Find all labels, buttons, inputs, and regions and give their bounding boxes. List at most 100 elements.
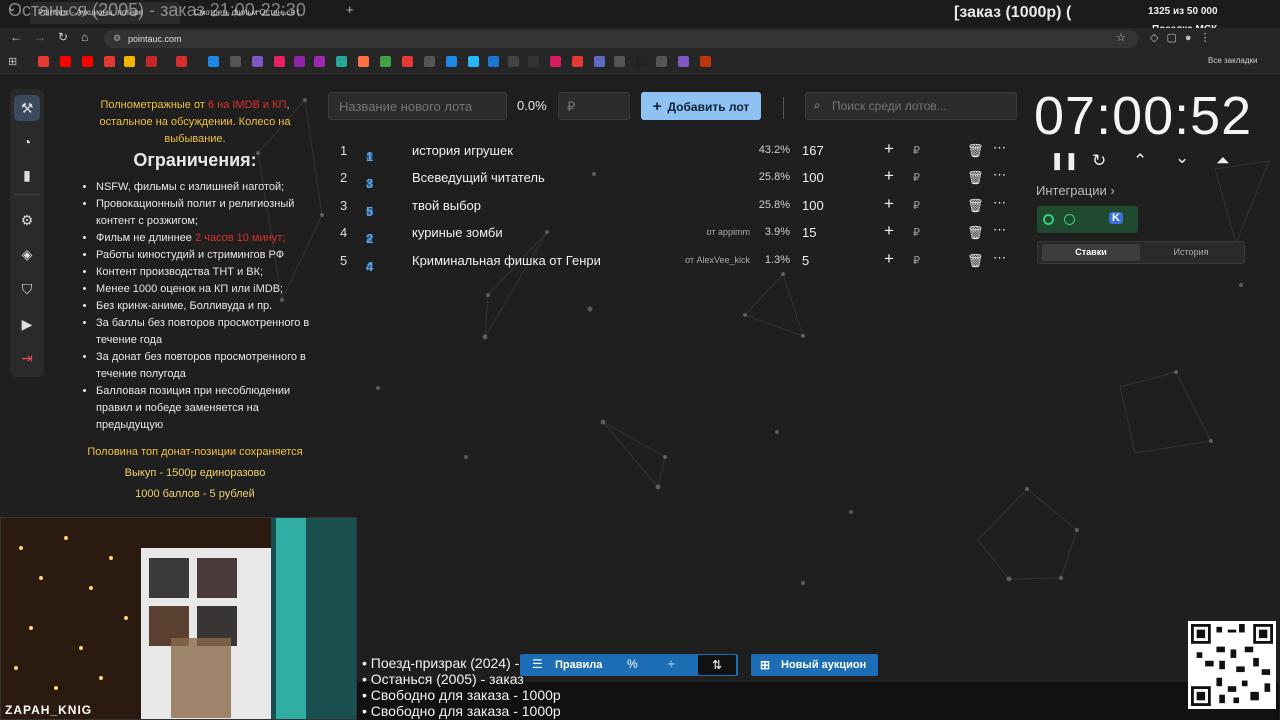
- bookmark-icon[interactable]: [508, 56, 519, 67]
- lot-row[interactable]: 3 #5 твой выбор 25.8% 100 + ₽ 🗑 ⋯: [328, 192, 1018, 219]
- bookmark-icon[interactable]: [104, 56, 115, 67]
- lot-amount[interactable]: 15: [802, 225, 816, 240]
- more-options-icon[interactable]: ⋯: [993, 140, 1006, 156]
- site-info-icon[interactable]: ⚙: [113, 33, 121, 44]
- bookmark-icon[interactable]: [146, 56, 157, 67]
- lot-name[interactable]: куриные зомби: [412, 225, 503, 240]
- twitch-bookmark-icon[interactable]: [252, 56, 263, 67]
- new-lot-amount-input[interactable]: [558, 92, 630, 120]
- youtube-bookmark-icon[interactable]: [60, 56, 71, 67]
- logout-icon[interactable]: ⇥: [14, 345, 40, 371]
- statistics-icon[interactable]: ▮: [14, 162, 40, 188]
- lot-row[interactable]: 1 #1 история игрушек 43.2% 167 + ₽ 🗑 ⋯: [328, 137, 1018, 164]
- integrations-status[interactable]: K: [1037, 206, 1138, 233]
- bookmark-icon[interactable]: [314, 56, 325, 67]
- gmail-bookmark-icon[interactable]: [176, 56, 187, 67]
- bookmark-icon[interactable]: [468, 56, 479, 67]
- lot-row[interactable]: 2 #3 Всеведущий читатель 25.8% 100 + ₽ 🗑…: [328, 164, 1018, 191]
- donation-status-icon[interactable]: [1064, 214, 1075, 225]
- delete-trash-icon[interactable]: 🗑: [967, 170, 984, 186]
- tab-bets[interactable]: Ставки: [1042, 244, 1140, 261]
- delete-trash-icon[interactable]: 🗑: [967, 253, 984, 269]
- kick-bookmark-icon[interactable]: [528, 56, 539, 67]
- bookmark-icon[interactable]: [656, 56, 667, 67]
- more-options-icon[interactable]: ⋯: [993, 195, 1006, 211]
- mail-bookmark-icon[interactable]: [124, 56, 135, 67]
- bookmark-icon[interactable]: [446, 56, 457, 67]
- bookmark-icon[interactable]: [550, 56, 561, 67]
- layers-icon[interactable]: ◈: [14, 241, 40, 267]
- add-lot-button[interactable]: + Добавить лот: [641, 92, 761, 120]
- forward-icon[interactable]: →: [34, 30, 46, 44]
- lot-amount[interactable]: 5: [802, 253, 809, 268]
- lot-name[interactable]: история игрушек: [412, 143, 513, 158]
- sort-toggle-icon[interactable]: ⇅: [697, 654, 737, 676]
- settings-gear-icon[interactable]: ⚙: [14, 207, 40, 233]
- ruble-input-icon[interactable]: ₽: [913, 199, 920, 212]
- delete-trash-icon[interactable]: 🗑: [967, 143, 984, 159]
- back-icon[interactable]: ←: [10, 30, 22, 44]
- bookmark-star-icon[interactable]: ☆: [1116, 31, 1126, 44]
- bookmark-icon[interactable]: [700, 56, 711, 67]
- more-options-icon[interactable]: ⋯: [993, 222, 1006, 238]
- extension-icons[interactable]: ◇▢●⋮: [1150, 31, 1219, 44]
- bookmark-icon[interactable]: [358, 56, 369, 67]
- home-icon[interactable]: ⌂: [81, 30, 88, 44]
- bookmark-icon[interactable]: [230, 56, 241, 67]
- vk-integration-icon[interactable]: K: [1109, 212, 1123, 224]
- new-auction-button[interactable]: ⊞ Новый аукцион: [751, 654, 878, 676]
- bookmark-icon[interactable]: [614, 56, 625, 67]
- twitch-status-icon[interactable]: [1043, 214, 1054, 225]
- video-library-icon[interactable]: ▶: [14, 311, 40, 337]
- reload-icon[interactable]: ↻: [58, 30, 68, 44]
- bookmark-icon[interactable]: [402, 56, 413, 67]
- address-bar[interactable]: ⚙ pointauc.com: [104, 30, 1138, 48]
- vk-bookmark-icon[interactable]: [488, 56, 499, 67]
- add-amount-plus-icon[interactable]: +: [884, 139, 894, 159]
- percent-icon[interactable]: %: [627, 657, 638, 671]
- tab-history[interactable]: История: [1142, 244, 1240, 261]
- lot-amount[interactable]: 100: [802, 198, 824, 213]
- rules-list-icon[interactable]: ☰: [532, 657, 543, 671]
- add-amount-plus-icon[interactable]: +: [884, 221, 894, 241]
- shield-icon[interactable]: ⛉: [14, 276, 40, 302]
- lot-name[interactable]: Всеведущий читатель: [412, 170, 545, 185]
- bookmark-icon[interactable]: [274, 56, 285, 67]
- youtube-bookmark-icon[interactable]: [82, 56, 93, 67]
- chevron-down-icon[interactable]: ⌄: [1175, 148, 1189, 168]
- ruble-input-icon[interactable]: ₽: [913, 144, 920, 157]
- bookmark-icon[interactable]: [38, 56, 49, 67]
- integrations-link[interactable]: Интеграции ›: [1036, 183, 1115, 198]
- all-bookmarks-link[interactable]: Все закладки: [1208, 56, 1257, 65]
- bookmark-icon[interactable]: [594, 56, 605, 67]
- delete-trash-icon[interactable]: 🗑: [967, 198, 984, 214]
- bookmark-icon[interactable]: [208, 56, 219, 67]
- rules-button[interactable]: Правила: [555, 659, 602, 671]
- lot-search-input[interactable]: [805, 92, 1017, 120]
- more-options-icon[interactable]: ⋯: [993, 250, 1006, 266]
- lot-amount[interactable]: 167: [802, 143, 824, 158]
- auction-hammer-icon[interactable]: ⚒: [14, 95, 40, 121]
- split-icon[interactable]: ÷: [668, 657, 675, 671]
- chevron-up-icon[interactable]: ⌃: [1133, 151, 1147, 171]
- bookmark-icon[interactable]: [678, 56, 689, 67]
- lot-row[interactable]: 4 #2 куриные зомби от appimm 3.9% 15 + ₽…: [328, 219, 1018, 246]
- lot-row[interactable]: 5 #4 Криминальная фишка от Генри от Alex…: [328, 247, 1018, 274]
- more-options-icon[interactable]: ⋯: [993, 167, 1006, 183]
- bookmark-icon[interactable]: [380, 56, 391, 67]
- bookmark-icon[interactable]: [636, 56, 647, 67]
- double-up-icon[interactable]: ⏶: [1216, 151, 1230, 171]
- ruble-input-icon[interactable]: ₽: [913, 226, 920, 239]
- bookmark-icon[interactable]: [336, 56, 347, 67]
- add-amount-plus-icon[interactable]: +: [884, 166, 894, 186]
- bookmark-icon[interactable]: [294, 56, 305, 67]
- bookmark-icon[interactable]: [572, 56, 583, 67]
- add-amount-plus-icon[interactable]: +: [884, 249, 894, 269]
- new-lot-name-input[interactable]: [328, 92, 507, 120]
- apps-grid-icon[interactable]: ⊞: [8, 55, 17, 68]
- lot-amount[interactable]: 100: [802, 170, 824, 185]
- ruble-input-icon[interactable]: ₽: [913, 171, 920, 184]
- pause-icon[interactable]: ❚❚: [1050, 151, 1079, 171]
- bookmark-icon[interactable]: [424, 56, 435, 67]
- delete-trash-icon[interactable]: 🗑: [967, 225, 984, 241]
